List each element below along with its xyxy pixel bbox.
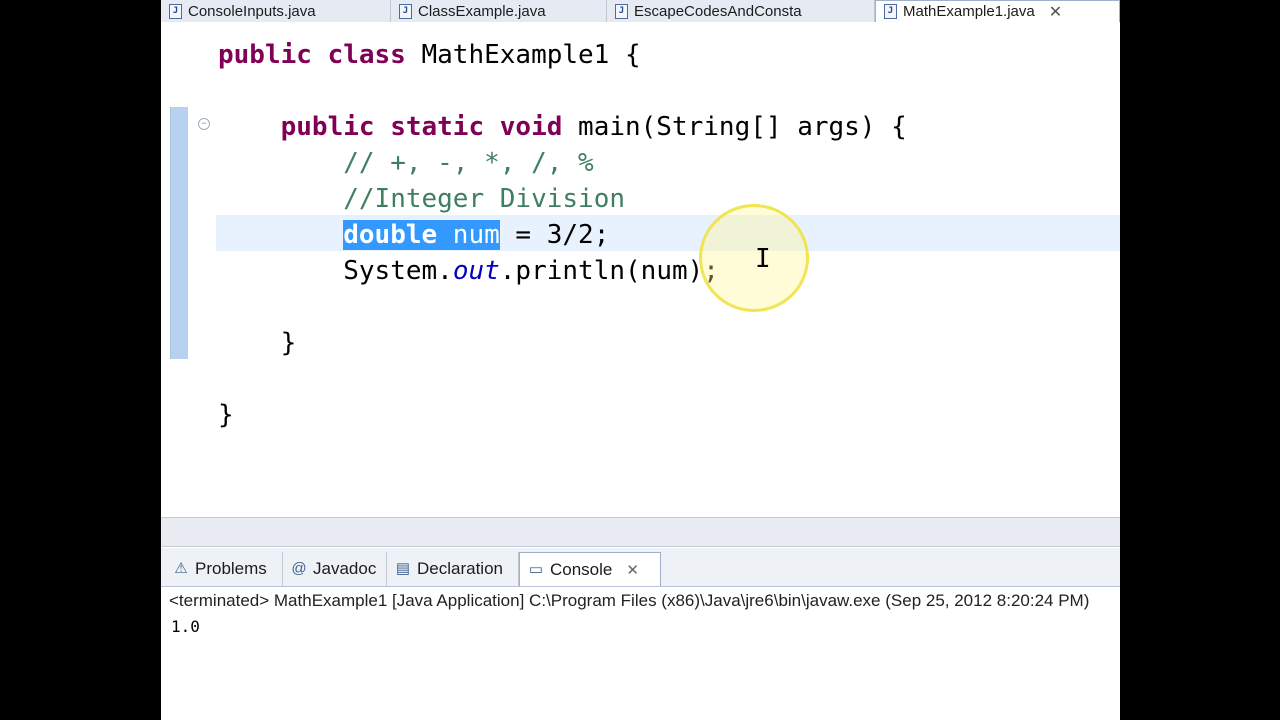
panel-sash[interactable]	[161, 517, 1120, 547]
tab-console[interactable]: ▭ Console ✕	[519, 552, 661, 586]
tab-label: Declaration	[417, 559, 503, 578]
tab-label: ClassExample.java	[418, 2, 546, 20]
code-line-9: }	[280, 328, 297, 358]
text-cursor-icon: I	[755, 244, 771, 274]
editor-ruler: −	[161, 22, 211, 517]
cursor-highlight	[699, 204, 809, 312]
console-view[interactable]: <terminated> MathExample1 [Java Applicat…	[161, 587, 1120, 720]
scope-indicator	[170, 107, 188, 359]
close-icon[interactable]: ✕	[626, 561, 639, 579]
java-file-icon: J	[884, 4, 897, 19]
code-line-11: }	[218, 400, 234, 430]
code-line-5: //Integer Division	[343, 184, 625, 214]
tab-label: Console	[550, 559, 613, 579]
tab-javadoc[interactable]: @ Javadoc	[283, 552, 387, 586]
tab-label: ConsoleInputs.java	[188, 2, 316, 20]
fold-collapse-icon[interactable]: −	[198, 118, 210, 130]
tab-label: Problems	[195, 559, 267, 578]
tab-label: Javadoc	[313, 559, 377, 578]
code-line-3: public static void main(String[] args) {	[280, 112, 907, 142]
console-icon: ▭	[528, 560, 544, 578]
code-line-4: // +, -, *, /, %	[343, 148, 594, 178]
code-line-1: public class MathExample1 {	[218, 40, 641, 70]
java-file-icon: J	[615, 3, 628, 19]
text-selection: double num	[343, 220, 500, 250]
eclipse-window: J ConsoleInputs.java J ClassExample.java…	[161, 0, 1120, 720]
tab-label: EscapeCodesAndConsta	[634, 2, 802, 20]
close-icon[interactable]: ✕	[1049, 2, 1062, 22]
tab-classexample[interactable]: J ClassExample.java	[391, 0, 607, 22]
java-file-icon: J	[399, 3, 412, 19]
tab-problems[interactable]: ⚠ Problems	[165, 552, 283, 586]
code-editor[interactable]: − public class MathExample1 { public sta…	[161, 22, 1120, 538]
tab-mathexample1[interactable]: J MathExample1.java ✕	[875, 0, 1120, 22]
problems-icon: ⚠	[174, 560, 188, 577]
code-line-7: System.out.println(num);	[343, 256, 719, 286]
tab-label: MathExample1.java	[903, 3, 1035, 20]
view-tab-bar: ⚠ Problems @ Javadoc ▤ Declaration ▭ Con…	[161, 548, 1120, 587]
tab-declaration[interactable]: ▤ Declaration	[387, 552, 519, 586]
console-process-label: <terminated> MathExample1 [Java Applicat…	[169, 591, 1090, 610]
java-file-icon: J	[169, 3, 182, 19]
editor-tab-bar: J ConsoleInputs.java J ClassExample.java…	[161, 0, 1120, 23]
javadoc-icon: @	[291, 560, 307, 577]
code-line-6: double num = 3/2;	[343, 220, 610, 250]
tab-consoleinputs[interactable]: J ConsoleInputs.java	[161, 0, 391, 22]
console-output: 1.0	[171, 617, 200, 636]
tab-escapecodes[interactable]: J EscapeCodesAndConsta	[607, 0, 875, 22]
declaration-icon: ▤	[395, 560, 411, 577]
